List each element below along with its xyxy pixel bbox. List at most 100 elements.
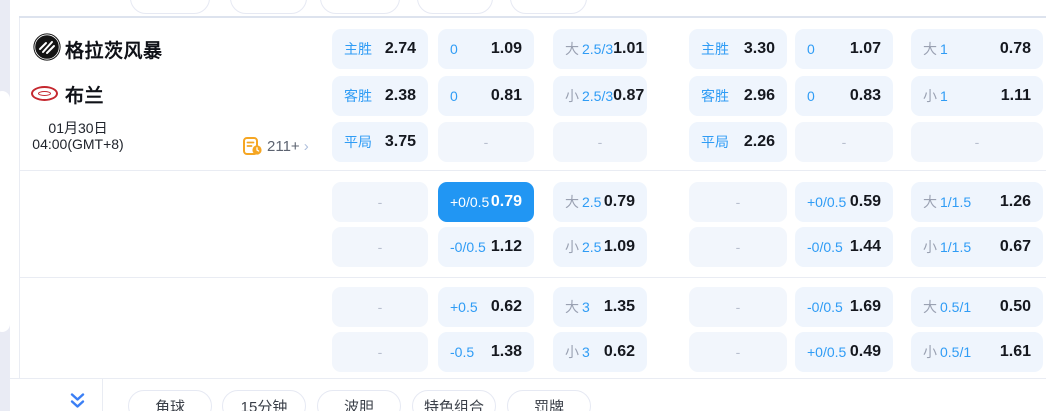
odds-cell[interactable]: 0 1.07 — [795, 29, 893, 69]
odds-cell[interactable]: 主胜 2.74 — [332, 29, 428, 69]
odds-cell[interactable]: +0/0.5 0.59 — [795, 182, 893, 222]
dash: - — [377, 344, 383, 360]
odds-cell[interactable]: 小 2.5 1.09 — [553, 227, 647, 267]
dash: - — [735, 194, 741, 210]
odds-label: 大 2.5 — [565, 194, 602, 210]
odds-value: 3.75 — [384, 133, 416, 150]
odds-label: 小1 — [923, 88, 948, 104]
odds-cell[interactable]: 0 0.83 — [795, 76, 893, 116]
footer-tab-3[interactable]: 波胆 — [317, 390, 401, 411]
odds-cell[interactable]: 大 1/1.5 1.26 — [911, 182, 1043, 222]
odds-cell[interactable]: 大 0.5/1 0.50 — [911, 287, 1043, 327]
odds-value: 0.62 — [603, 343, 635, 360]
odds-value: 3.30 — [743, 40, 775, 57]
odds-cell-empty: - — [332, 182, 428, 222]
footer-tab-5[interactable]: 罚牌 — [507, 390, 591, 411]
odds-cell-empty: - — [689, 227, 787, 267]
odds-cell[interactable]: 小 1/1.5 0.67 — [911, 227, 1043, 267]
odds-cell-empty: - — [553, 122, 647, 162]
dash: - — [735, 239, 741, 255]
odds-label: 大 2.5/3 — [565, 41, 614, 57]
odds-cell[interactable]: +0/0.5 0.49 — [795, 332, 893, 372]
odds-cell-empty: - — [795, 122, 893, 162]
dash: - — [377, 194, 383, 210]
footer-tab-2[interactable]: 15分钟 — [222, 390, 306, 411]
top-market-pill[interactable] — [230, 0, 307, 14]
odds-value: 1.69 — [849, 298, 881, 315]
odds-label: -0/0.5 — [807, 299, 843, 315]
odds-cell[interactable]: 小 0.5/1 1.61 — [911, 332, 1043, 372]
odds-label: -0/0.5 — [807, 239, 843, 255]
odds-prefix: 小 — [923, 88, 937, 104]
odds-label: +0.5 — [450, 299, 478, 315]
dash: - — [974, 134, 980, 150]
odds-cell[interactable]: 0 0.81 — [438, 76, 534, 116]
odds-label: 0 — [807, 41, 815, 57]
odds-value: 2.96 — [743, 87, 775, 104]
top-market-pill[interactable] — [130, 0, 210, 14]
home-team-logo — [33, 33, 61, 61]
odds-value: 0.81 — [490, 87, 522, 104]
odds-cell-empty: - — [689, 287, 787, 327]
odds-cell[interactable]: 小 3 0.62 — [553, 332, 647, 372]
odds-label: +0/0.5 — [807, 344, 847, 360]
odds-prefix: 大 — [565, 41, 579, 57]
odds-label: 客胜 — [701, 88, 729, 104]
top-market-pill[interactable] — [510, 0, 587, 14]
top-market-pill[interactable] — [320, 0, 400, 14]
odds-value: 1.09 — [490, 40, 522, 57]
odds-cell[interactable]: 小 1 1.11 — [911, 76, 1043, 116]
odds-cell[interactable]: -0/0.5 1.44 — [795, 227, 893, 267]
separator — [19, 170, 1046, 171]
odds-label: 0 — [450, 88, 458, 104]
odds-value: 1.35 — [603, 298, 635, 315]
odds-cell-empty: - — [911, 122, 1043, 162]
odds-label: 小3 — [565, 344, 590, 360]
chevron-double-down-icon — [70, 393, 84, 408]
collapse-button[interactable] — [62, 393, 92, 411]
odds-cell[interactable]: +0.5 0.62 — [438, 287, 534, 327]
footer-tab-4[interactable]: 特色组合 — [412, 390, 496, 411]
odds-cell[interactable]: 小 2.5/3 0.87 — [553, 76, 647, 116]
odds-cell[interactable]: 大 3 1.35 — [553, 287, 647, 327]
odds-label: 0 — [807, 88, 815, 104]
odds-cell[interactable]: -0/0.5 1.69 — [795, 287, 893, 327]
odds-prefix: 小 — [565, 88, 579, 104]
chevron-right-icon: › — [303, 138, 309, 155]
top-market-pill[interactable] — [417, 0, 493, 14]
odds-label: 主胜 — [344, 41, 372, 57]
odds-cell[interactable]: 客胜 2.38 — [332, 76, 428, 116]
odds-cell[interactable]: -0.5 1.38 — [438, 332, 534, 372]
odds-value: 0.59 — [849, 193, 881, 210]
stats-odds-icon — [243, 137, 262, 155]
odds-cell[interactable]: -0/0.5 1.12 — [438, 227, 534, 267]
odds-cell[interactable]: +0/0.5 0.79 — [438, 182, 534, 222]
odds-cell[interactable]: 大 2.5/3 1.01 — [553, 29, 647, 69]
odds-value: 1.12 — [490, 238, 522, 255]
odds-cell[interactable]: 客胜 2.96 — [689, 76, 787, 116]
odds-cell[interactable]: 大 1 0.78 — [911, 29, 1043, 69]
odds-label: -0/0.5 — [450, 239, 486, 255]
away-team-name: 布兰 — [65, 86, 105, 107]
footer-tab-1[interactable]: 角球 — [128, 390, 212, 411]
odds-label: 大3 — [565, 299, 590, 315]
odds-cell-empty: - — [332, 332, 428, 372]
odds-prefix: 大 — [923, 41, 937, 57]
odds-value: 1.26 — [999, 193, 1031, 210]
separator — [19, 277, 1046, 278]
odds-cell[interactable]: 主胜 3.30 — [689, 29, 787, 69]
dash: - — [735, 299, 741, 315]
odds-label: 客胜 — [344, 88, 372, 104]
odds-cell[interactable]: 平局 2.26 — [689, 122, 787, 162]
odds-value: 0.49 — [849, 343, 881, 360]
odds-value: 1.11 — [1000, 87, 1031, 104]
odds-cell[interactable]: 平局 3.75 — [332, 122, 428, 162]
odds-value: 1.01 — [613, 40, 645, 57]
odds-prefix: 小 — [565, 344, 579, 360]
odds-cell[interactable]: 大 2.5 0.79 — [553, 182, 647, 222]
home-team-name: 格拉茨风暴 — [65, 41, 163, 62]
separator — [19, 16, 1046, 18]
odds-cell[interactable]: 0 1.09 — [438, 29, 534, 69]
odds-value: 1.38 — [490, 343, 522, 360]
more-markets-link[interactable]: 211+ › — [243, 137, 309, 156]
